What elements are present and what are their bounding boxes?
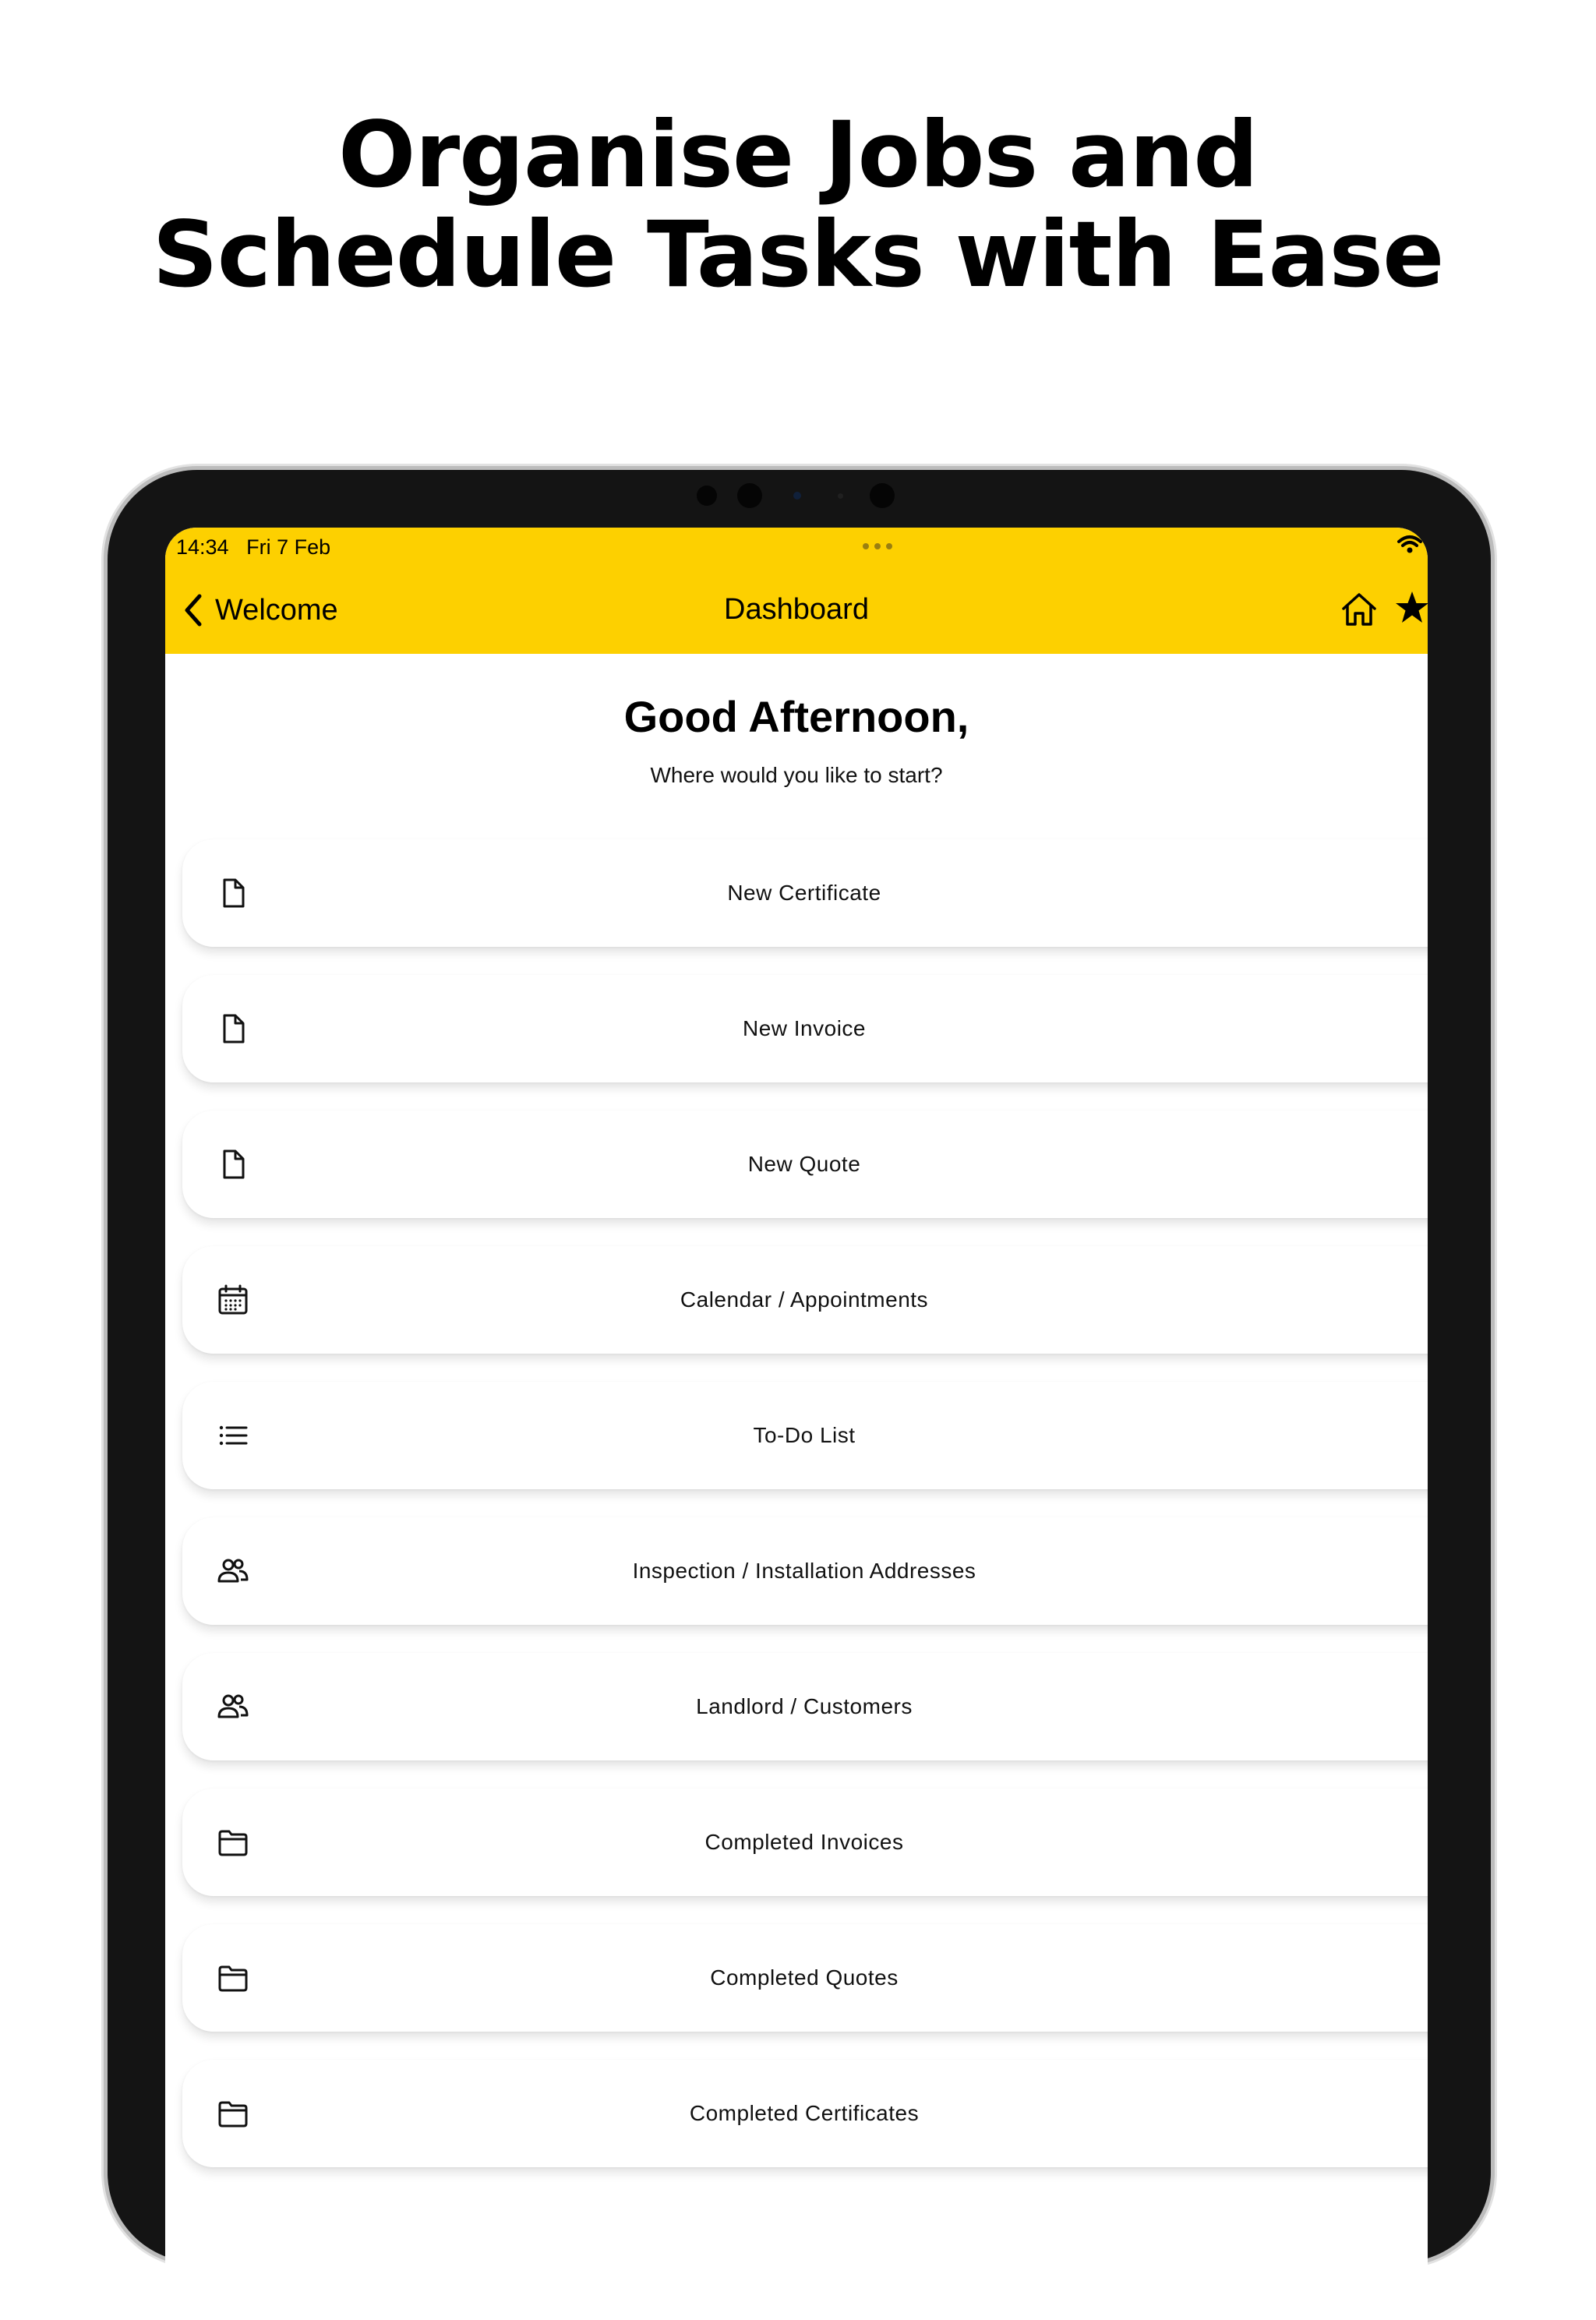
status-date: Fri 7 Feb — [246, 535, 331, 559]
menu-item-new-quote[interactable]: New Quote — [182, 1111, 1428, 1218]
device-volume-up-button — [1490, 594, 1496, 661]
promo-headline-line1: Organise Jobs and — [337, 101, 1259, 208]
page-title: Dashboard — [724, 593, 869, 626]
sensor-dot — [838, 493, 843, 499]
greeting-subtitle: Where would you like to start? — [650, 763, 943, 787]
menu-item-label: Completed Certificates — [689, 2101, 920, 2125]
app-screen: 14:34 Fri 7 Feb Welcome Dashboard Good A… — [165, 528, 1428, 2320]
multitasking-dots-icon[interactable] — [863, 543, 892, 549]
menu-item-todo-list[interactable]: To-Do List — [182, 1382, 1428, 1489]
menu-item-completed-certificates[interactable]: Completed Certificates — [182, 2060, 1428, 2167]
menu-item-label: Calendar / Appointments — [680, 1287, 929, 1312]
home-icon[interactable] — [1340, 591, 1378, 627]
menu-item-label: Landlord / Customers — [696, 1694, 913, 1718]
status-clock: 14:34 — [176, 535, 229, 559]
promo-headline: Organise Jobs and Schedule Tasks with Ea… — [0, 105, 1596, 305]
menu-item-inspection-addresses[interactable]: Inspection / Installation Addresses — [182, 1517, 1428, 1625]
sensor — [697, 486, 717, 506]
menu-item-label: New Invoice — [742, 1016, 866, 1040]
greeting-heading: Good Afternoon, — [623, 692, 969, 741]
tablet-frame: 14:34 Fri 7 Feb Welcome Dashboard Good A… — [108, 470, 1491, 2320]
wifi-icon — [1397, 535, 1422, 553]
menu-item-completed-quotes[interactable]: Completed Quotes — [182, 1924, 1428, 2032]
menu-item-new-invoice[interactable]: New Invoice — [182, 975, 1428, 1082]
device-volume-down-button — [1490, 672, 1496, 739]
menu-item-landlord-customers[interactable]: Landlord / Customers — [182, 1653, 1428, 1760]
menu-item-label: Completed Invoices — [704, 1830, 904, 1854]
menu-item-calendar[interactable]: Calendar / Appointments — [182, 1246, 1428, 1354]
menu-item-label: Completed Quotes — [710, 1965, 899, 1990]
camera-lens-2 — [870, 483, 895, 508]
star-icon[interactable] — [1395, 590, 1428, 626]
menu-item-completed-invoices[interactable]: Completed Invoices — [182, 1789, 1428, 1896]
promo-headline-line2: Schedule Tasks with Ease — [152, 201, 1444, 308]
menu-item-label: New Quote — [747, 1152, 861, 1176]
status-time: 14:34 Fri 7 Feb — [176, 535, 330, 560]
navigation-bar: 14:34 Fri 7 Feb Welcome Dashboard — [165, 528, 1428, 654]
menu-item-new-certificate[interactable]: New Certificate — [182, 839, 1428, 947]
menu-item-label: Inspection / Installation Addresses — [632, 1559, 976, 1583]
camera-dot — [793, 492, 801, 500]
menu-item-label: To-Do List — [753, 1423, 856, 1447]
camera-lens — [737, 483, 762, 508]
menu-item-label: New Certificate — [727, 881, 881, 905]
